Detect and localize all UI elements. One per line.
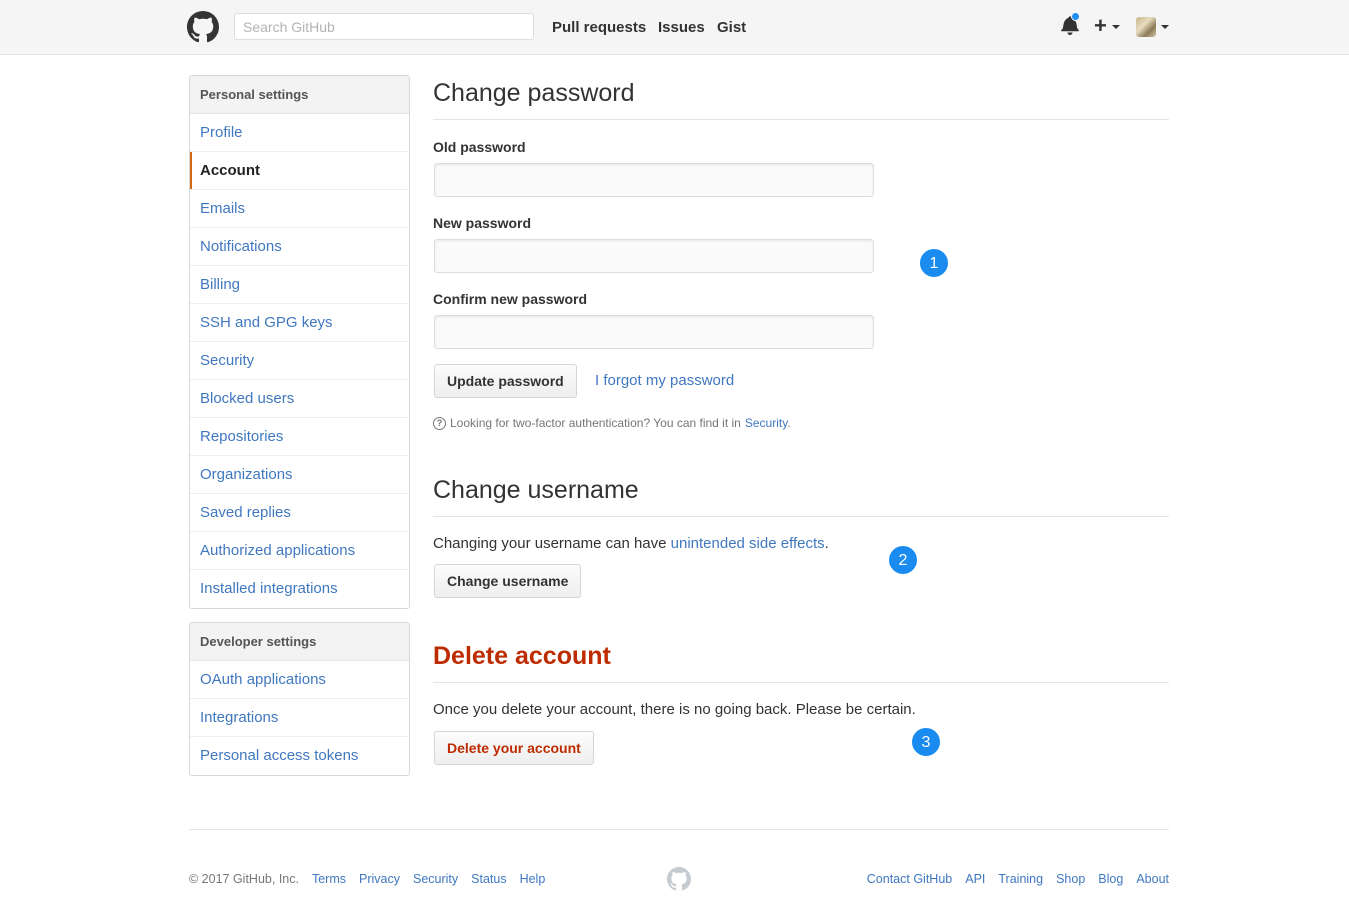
personal-settings-heading: Personal settings: [190, 76, 409, 114]
footer-link-privacy[interactable]: Privacy: [359, 872, 400, 886]
sidebar-item-integrations[interactable]: Integrations: [190, 699, 409, 737]
footer-link-training[interactable]: Training: [998, 872, 1043, 886]
chevron-down-icon[interactable]: [1161, 25, 1169, 29]
copyright: © 2017 GitHub, Inc.: [189, 872, 299, 886]
nav-pull-requests[interactable]: Pull requests: [552, 19, 646, 36]
two-factor-note: ? Looking for two-factor authentication?…: [433, 416, 791, 430]
unread-indicator: [1071, 12, 1080, 21]
change-username-text-suffix: .: [824, 535, 829, 552]
confirm-password-label: Confirm new password: [433, 291, 588, 307]
sidebar-item-emails[interactable]: Emails: [190, 190, 409, 228]
change-password-title: Change password: [433, 79, 635, 107]
developer-settings-heading: Developer settings: [190, 623, 409, 661]
marker-3: 3: [911, 727, 941, 757]
github-mark-icon[interactable]: [667, 867, 691, 891]
sidebar-item-personal-access-tokens[interactable]: Personal access tokens: [190, 737, 409, 775]
two-factor-note-text: Looking for two-factor authentication? Y…: [450, 416, 741, 430]
developer-settings-menu: Developer settings OAuth applications Int…: [189, 622, 410, 776]
divider: [433, 119, 1169, 120]
footer-link-about[interactable]: About: [1136, 872, 1169, 886]
confirm-password-field[interactable]: [434, 315, 874, 349]
sidebar-item-account[interactable]: Account: [190, 152, 409, 190]
footer-link-api[interactable]: API: [965, 872, 985, 886]
chevron-down-icon[interactable]: [1112, 25, 1120, 29]
create-new-plus-icon[interactable]: +: [1094, 13, 1107, 39]
search-input[interactable]: [234, 13, 534, 40]
sidebar-item-saved-replies[interactable]: Saved replies: [190, 494, 409, 532]
two-factor-note-suffix: .: [787, 416, 791, 430]
personal-settings-menu: Personal settings Profile Account Emails No…: [189, 75, 410, 609]
question-icon: ?: [433, 416, 446, 430]
nav-issues[interactable]: Issues: [658, 19, 705, 36]
change-username-button[interactable]: Change username: [434, 564, 582, 598]
footer-link-contact-github[interactable]: Contact GitHub: [867, 872, 952, 886]
sidebar-item-installed-integrations[interactable]: Installed integrations: [190, 570, 409, 608]
footer-link-status[interactable]: Status: [471, 872, 506, 886]
side-effects-link[interactable]: unintended side effects: [671, 535, 825, 552]
divider: [433, 682, 1169, 683]
site-header: Pull requests Issues Gist +: [0, 0, 1349, 55]
marker-2: 2: [888, 545, 918, 575]
sidebar-item-profile[interactable]: Profile: [190, 114, 409, 152]
sidebar-item-repositories[interactable]: Repositories: [190, 418, 409, 456]
new-password-field[interactable]: [434, 239, 874, 273]
footer-right: Contact GitHub API Training Shop Blog About: [867, 872, 1169, 886]
footer-link-shop[interactable]: Shop: [1056, 872, 1085, 886]
sidebar-item-notifications[interactable]: Notifications: [190, 228, 409, 266]
nav-gist[interactable]: Gist: [717, 19, 746, 36]
old-password-label: Old password: [433, 139, 526, 155]
footer-link-help[interactable]: Help: [520, 872, 546, 886]
sidebar-item-ssh-and-gpg-keys[interactable]: SSH and GPG keys: [190, 304, 409, 342]
sidebar-item-blocked-users[interactable]: Blocked users: [190, 380, 409, 418]
security-link[interactable]: Security: [745, 416, 787, 430]
sidebar-item-organizations[interactable]: Organizations: [190, 456, 409, 494]
old-password-field[interactable]: [434, 163, 874, 197]
delete-account-title: Delete account: [433, 642, 611, 670]
forgot-password-link[interactable]: I forgot my password: [595, 372, 734, 389]
avatar[interactable]: [1136, 17, 1156, 37]
sidebar-item-authorized-applications[interactable]: Authorized applications: [190, 532, 409, 570]
delete-account-button[interactable]: Delete your account: [434, 731, 594, 765]
sidebar-item-billing[interactable]: Billing: [190, 266, 409, 304]
new-password-label: New password: [433, 215, 532, 231]
change-username-text: Changing your username can have unintend…: [433, 535, 829, 552]
change-username-title: Change username: [433, 476, 639, 504]
footer-link-terms[interactable]: Terms: [312, 872, 346, 886]
footer-link-blog[interactable]: Blog: [1098, 872, 1123, 886]
footer-divider: [189, 829, 1169, 830]
marker-1: 1: [919, 248, 949, 278]
sidebar-item-security[interactable]: Security: [190, 342, 409, 380]
change-username-text-prefix: Changing your username can have: [433, 535, 667, 552]
footer-left: © 2017 GitHub, Inc. Terms Privacy Security…: [189, 872, 545, 886]
sidebar-item-oauth-applications[interactable]: OAuth applications: [190, 661, 409, 699]
delete-account-text: Once you delete your account, there is n…: [433, 701, 916, 718]
update-password-button[interactable]: Update password: [434, 364, 577, 398]
footer-link-security[interactable]: Security: [413, 872, 458, 886]
github-logo-icon[interactable]: [187, 11, 219, 43]
divider: [433, 516, 1169, 517]
